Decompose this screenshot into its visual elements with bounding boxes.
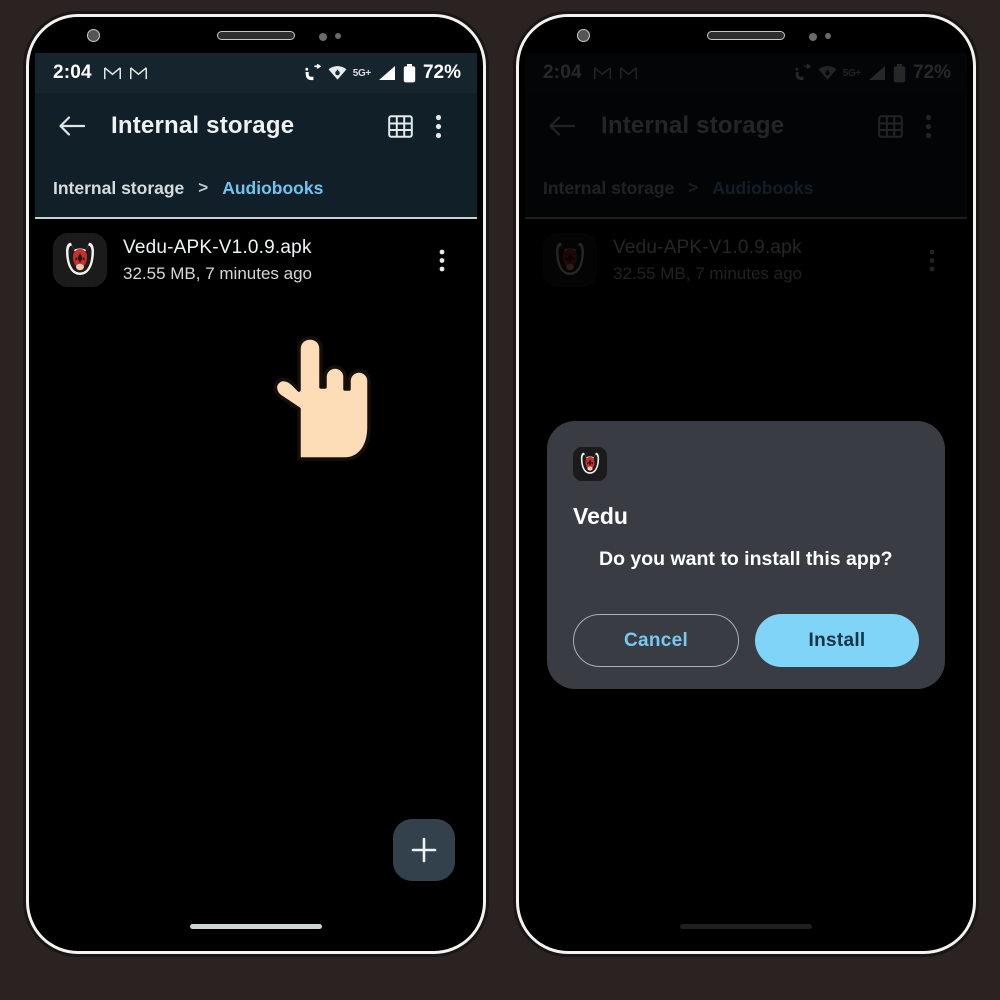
dialog-title: Vedu <box>573 503 628 529</box>
wifi-icon <box>328 66 347 80</box>
more-vertical-icon[interactable] <box>423 241 461 279</box>
battery-icon <box>403 63 416 82</box>
install-dialog: Vedu Do you want to install this app? Ca… <box>547 421 945 690</box>
list-item[interactable]: Vedu-APK-V1.0.9.apk 32.55 MB, 7 minutes … <box>35 219 477 301</box>
vedu-app-icon <box>573 447 607 481</box>
file-name-label: Vedu-APK-V1.0.9.apk <box>123 236 312 258</box>
phone-screen-left: 2:04 5G+ 72% Internal storage Internal s… <box>35 53 477 943</box>
gmail-icon <box>103 66 121 79</box>
status-bar-notifications <box>103 66 147 80</box>
earpiece-speaker-icon <box>217 31 295 40</box>
back-arrow-icon[interactable] <box>53 107 91 145</box>
sensor-dot-icon <box>319 33 327 41</box>
vedu-app-icon <box>53 233 107 287</box>
network-type-label: 5G+ <box>352 67 372 79</box>
signal-bars-icon <box>378 66 395 80</box>
dialog-actions: Cancel Install <box>573 614 919 668</box>
earpiece-speaker-icon <box>707 31 785 40</box>
home-indicator-bar[interactable] <box>190 924 322 929</box>
page-title: Internal storage <box>111 112 295 139</box>
breadcrumb-item-audiobooks[interactable]: Audiobooks <box>222 178 323 199</box>
cancel-button[interactable]: Cancel <box>573 614 739 668</box>
phone-right: 2:04 <box>516 14 976 954</box>
phone-frame-top <box>519 17 973 53</box>
status-bar-clock: 2:04 <box>53 62 92 83</box>
front-camera-icon <box>87 29 100 42</box>
battery-percent-label: 72% <box>422 62 461 83</box>
phone-frame-top <box>29 17 483 53</box>
phone-screen-right: 2:04 <box>525 53 967 943</box>
sensor-dot-icon <box>335 33 341 39</box>
app-bar: Internal storage <box>35 93 477 159</box>
status-bar: 2:04 <box>35 53 477 93</box>
file-subtitle-label: 32.55 MB, 7 minutes ago <box>123 263 313 283</box>
breadcrumb-separator-icon: > <box>198 178 209 197</box>
call-forward-icon <box>305 64 322 81</box>
status-bar-system-icons: 5G+ 72% <box>303 62 461 84</box>
list-item-text: Vedu-APK-V1.0.9.apk 32.55 MB, 7 minutes … <box>123 237 407 284</box>
file-list: Vedu-APK-V1.0.9.apk 32.55 MB, 7 minutes … <box>35 219 477 301</box>
gmail-icon <box>129 66 147 79</box>
plus-icon <box>411 837 437 863</box>
phone-left: 2:04 5G+ 72% Internal storage Internal s… <box>26 14 486 954</box>
install-button[interactable]: Install <box>755 614 919 668</box>
add-button[interactable] <box>393 819 455 881</box>
breadcrumb-item-internal-storage[interactable]: Internal storage <box>53 178 184 199</box>
screenshot-stage: 2:04 5G+ 72% Internal storage Internal s… <box>0 0 1000 1000</box>
more-vertical-icon[interactable] <box>419 107 457 145</box>
grid-view-icon[interactable] <box>381 107 419 145</box>
breadcrumb: Internal storage > Audiobooks <box>35 159 477 217</box>
dialog-message: Do you want to install this app? <box>599 548 893 570</box>
sensor-dot-icon <box>809 33 817 41</box>
front-camera-icon <box>577 29 590 42</box>
sensor-dot-icon <box>825 33 831 39</box>
